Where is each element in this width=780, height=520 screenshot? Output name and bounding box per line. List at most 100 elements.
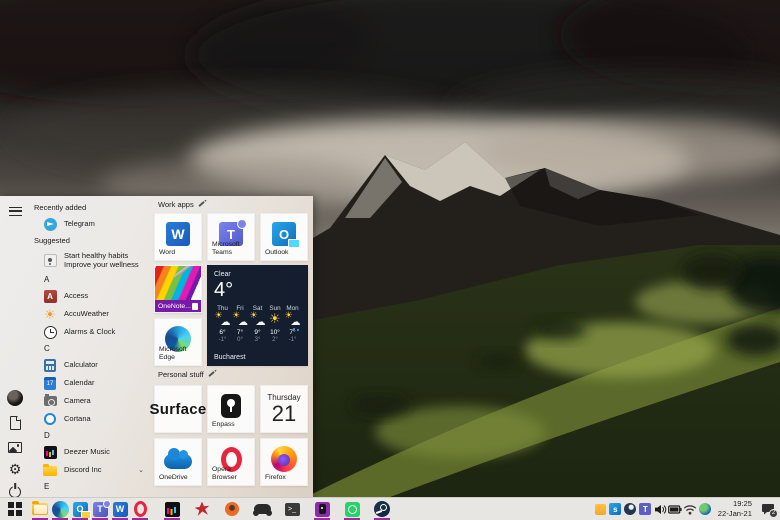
tile-firefox[interactable]: Firefox (260, 438, 308, 486)
camera-icon (44, 396, 57, 406)
tile-opera-browser[interactable]: Opera Browser (207, 438, 255, 486)
forecast-day: Sun 10° 2° (267, 305, 284, 343)
recently-added-header: Recently added (30, 200, 152, 215)
calendar-icon (44, 377, 56, 390)
power-button[interactable] (0, 479, 30, 497)
app-item-telegram[interactable]: Telegram (30, 215, 152, 233)
letter-header-d[interactable]: D (30, 428, 152, 443)
pictures-icon (8, 442, 22, 453)
edit-pencil-icon (208, 371, 215, 377)
teams-icon (93, 502, 108, 517)
tile-word[interactable]: Word (154, 213, 202, 261)
tray-steam[interactable] (623, 498, 638, 520)
firefox-icon (271, 446, 297, 472)
tray-battery[interactable] (668, 498, 683, 520)
file-explorer-icon (32, 503, 48, 515)
tile-outlook[interactable]: Outlook (260, 213, 308, 261)
taskbar-game-controller-app[interactable] (247, 498, 277, 520)
tile-area: Work apps Personal stuff Word Microsoft … (152, 196, 313, 497)
letter-header-e[interactable]: E (30, 479, 152, 494)
taskbar-outlook[interactable] (70, 498, 90, 520)
app-item-access[interactable]: Access (30, 287, 152, 305)
sun-cloud-icon (215, 314, 231, 326)
action-center-button[interactable]: 2 (758, 498, 778, 520)
clock-date: 22-Jan-21 (718, 509, 752, 519)
outlook-icon (272, 222, 296, 246)
taskbar-edge[interactable] (50, 498, 70, 520)
cortana-icon (44, 413, 56, 425)
outlook-icon (73, 502, 88, 517)
user-account-button[interactable] (0, 385, 30, 411)
letter-header-c[interactable]: C (30, 341, 152, 356)
taskbar-deezer[interactable] (157, 498, 187, 520)
sun-icon (267, 314, 283, 326)
taskbar-orange-pin-app[interactable] (217, 498, 247, 520)
opera-icon (134, 501, 147, 517)
forecast-day: Mon 7° -1° (284, 305, 301, 343)
tile-group-personal-stuff[interactable]: Personal stuff (158, 370, 215, 379)
app-item-calculator[interactable]: Calculator (30, 356, 152, 374)
suggestion-item[interactable]: Start healthy habitsImprove your wellnes… (30, 248, 152, 272)
tile-onedrive[interactable]: OneDrive (154, 438, 202, 486)
taskbar-word[interactable] (110, 498, 130, 520)
gear-icon: ⚙ (9, 462, 22, 476)
taskbar-whatsapp[interactable] (337, 498, 367, 520)
tray-wifi[interactable] (683, 498, 698, 520)
letter-header-a[interactable]: A (30, 272, 152, 287)
edge-icon (52, 501, 69, 518)
enpass-icon (315, 502, 330, 517)
app-list: Recently added Telegram Suggested Start … (30, 196, 152, 497)
tile-enpass[interactable]: Enpass (207, 385, 255, 433)
app-item-deezer[interactable]: Deezer Music (30, 443, 152, 461)
sun-cloud-rain-icon (285, 314, 301, 326)
app-folder-discord[interactable]: Discord Inc ⌄ (30, 461, 152, 479)
start-button[interactable] (0, 498, 30, 520)
suggested-header: Suggested (30, 233, 152, 248)
windows-logo-icon (8, 502, 21, 515)
tile-microsoft-edge[interactable]: Microsoft Edge (154, 318, 202, 366)
tile-calendar-date[interactable]: Thursday 21 (260, 385, 308, 433)
notification-count-badge: 2 (769, 509, 778, 518)
app-item-calendar[interactable]: Calendar (30, 374, 152, 392)
forecast-day: Sat 9° 3° (249, 305, 266, 343)
tile-group-work-apps[interactable]: Work apps (158, 200, 205, 209)
tray-outlook[interactable] (608, 498, 623, 520)
taskbar-terminal[interactable] (277, 498, 307, 520)
taskbar: 19:25 22-Jan-21 2 (0, 497, 780, 520)
tray-volume[interactable] (653, 498, 668, 520)
steam-tray-icon (624, 503, 636, 515)
taskbar-file-explorer[interactable] (30, 498, 50, 520)
whatsapp-icon (345, 502, 360, 517)
tray-teams[interactable] (638, 498, 653, 520)
suggestion-icon (44, 254, 57, 267)
outlook-tray-icon (609, 503, 621, 515)
tile-surface[interactable]: Surface (154, 385, 202, 433)
tray-orange-app[interactable] (593, 498, 608, 520)
taskbar-teams[interactable] (90, 498, 110, 520)
app-item-alarms-clock[interactable]: Alarms & Clock (30, 323, 152, 341)
wifi-icon (683, 504, 697, 515)
telegram-icon (44, 218, 57, 231)
forecast-day: Fri 7° 0° (232, 305, 249, 343)
deezer-icon (44, 446, 57, 459)
onedrive-cloud-icon (164, 454, 192, 469)
expand-menu-button[interactable] (0, 198, 30, 224)
enpass-vault-icon (221, 394, 241, 418)
tile-microsoft-teams[interactable]: Microsoft Teams (207, 213, 255, 261)
taskbar-opera[interactable] (130, 498, 150, 520)
tray-globe-app[interactable] (698, 498, 713, 520)
terminal-icon (285, 503, 300, 516)
taskbar-clock[interactable]: 19:25 22-Jan-21 (718, 499, 752, 519)
tile-onenote[interactable]: OneNote... (154, 265, 202, 313)
app-item-cortana[interactable]: Cortana (30, 410, 152, 428)
tile-weather[interactable]: Clear 4° Thu 6° -1° Fri 7° 0° (207, 265, 308, 366)
accuweather-sun-icon (44, 308, 56, 321)
taskbar-steam[interactable] (367, 498, 397, 520)
word-icon (113, 502, 128, 517)
app-item-camera[interactable]: Camera (30, 392, 152, 410)
documents-button[interactable] (0, 410, 30, 436)
taskbar-red-pinwheel-app[interactable] (187, 498, 217, 520)
app-item-accuweather[interactable]: AccuWeather (30, 305, 152, 323)
word-icon (166, 222, 190, 246)
taskbar-enpass[interactable] (307, 498, 337, 520)
